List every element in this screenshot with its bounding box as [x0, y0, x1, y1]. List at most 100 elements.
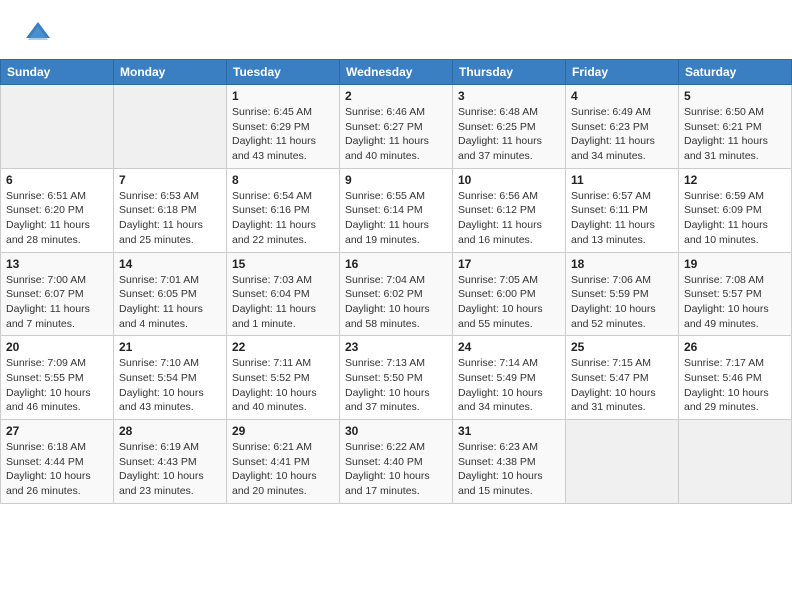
day-detail: Sunrise: 6:49 AMSunset: 6:23 PMDaylight:…: [571, 105, 673, 164]
day-detail: Sunrise: 6:56 AMSunset: 6:12 PMDaylight:…: [458, 189, 560, 248]
day-detail: Sunrise: 6:50 AMSunset: 6:21 PMDaylight:…: [684, 105, 786, 164]
calendar-table: SundayMondayTuesdayWednesdayThursdayFrid…: [0, 59, 792, 504]
day-number: 14: [119, 257, 221, 271]
calendar-week-row: 1Sunrise: 6:45 AMSunset: 6:29 PMDaylight…: [1, 85, 792, 169]
day-detail: Sunrise: 7:09 AMSunset: 5:55 PMDaylight:…: [6, 356, 108, 415]
day-number: 11: [571, 173, 673, 187]
day-of-week-header: Saturday: [679, 60, 792, 85]
calendar-day-cell: 3 Sunrise: 6:48 AMSunset: 6:25 PMDaylight…: [453, 85, 566, 169]
calendar-day-cell: 30 Sunrise: 6:22 AMSunset: 4:40 PMDayligh…: [340, 420, 453, 504]
day-detail: Sunrise: 7:06 AMSunset: 5:59 PMDaylight:…: [571, 273, 673, 332]
day-detail: Sunrise: 6:45 AMSunset: 6:29 PMDaylight:…: [232, 105, 334, 164]
calendar-day-cell: 31 Sunrise: 6:23 AMSunset: 4:38 PMDayligh…: [453, 420, 566, 504]
calendar-day-cell: 26 Sunrise: 7:17 AMSunset: 5:46 PMDayligh…: [679, 336, 792, 420]
day-number: 20: [6, 340, 108, 354]
calendar-day-cell: 17Sunrise: 7:05 AMSunset: 6:00 PMDayligh…: [453, 252, 566, 336]
calendar-day-cell: 7 Sunrise: 6:53 AMSunset: 6:18 PMDaylight…: [114, 168, 227, 252]
calendar-day-cell: 10 Sunrise: 6:56 AMSunset: 6:12 PMDayligh…: [453, 168, 566, 252]
calendar-day-cell: 25 Sunrise: 7:15 AMSunset: 5:47 PMDayligh…: [566, 336, 679, 420]
day-number: 22: [232, 340, 334, 354]
day-detail: Sunrise: 6:53 AMSunset: 6:18 PMDaylight:…: [119, 189, 221, 248]
day-number: 4: [571, 89, 673, 103]
day-number: 24: [458, 340, 560, 354]
calendar-day-cell: 21 Sunrise: 7:10 AMSunset: 5:54 PMDayligh…: [114, 336, 227, 420]
calendar-week-row: 20 Sunrise: 7:09 AMSunset: 5:55 PMDayligh…: [1, 336, 792, 420]
calendar-day-cell: 12 Sunrise: 6:59 AMSunset: 6:09 PMDayligh…: [679, 168, 792, 252]
day-of-week-header: Thursday: [453, 60, 566, 85]
day-number: 17: [458, 257, 560, 271]
calendar-day-cell: 18 Sunrise: 7:06 AMSunset: 5:59 PMDayligh…: [566, 252, 679, 336]
day-of-week-header: Monday: [114, 60, 227, 85]
day-detail: Sunrise: 6:54 AMSunset: 6:16 PMDaylight:…: [232, 189, 334, 248]
day-detail: Sunrise: 6:48 AMSunset: 6:25 PMDaylight:…: [458, 105, 560, 164]
day-number: 12: [684, 173, 786, 187]
day-number: 10: [458, 173, 560, 187]
day-detail: Sunrise: 7:00 AMSunset: 6:07 PMDaylight:…: [6, 273, 108, 332]
day-detail: Sunrise: 7:04 AMSunset: 6:02 PMDaylight:…: [345, 273, 447, 332]
day-number: 26: [684, 340, 786, 354]
day-number: 13: [6, 257, 108, 271]
day-detail: Sunrise: 7:15 AMSunset: 5:47 PMDaylight:…: [571, 356, 673, 415]
day-number: 16: [345, 257, 447, 271]
logo: [20, 18, 52, 51]
day-number: 15: [232, 257, 334, 271]
calendar-day-cell: [114, 85, 227, 169]
day-of-week-header: Wednesday: [340, 60, 453, 85]
day-detail: Sunrise: 6:57 AMSunset: 6:11 PMDaylight:…: [571, 189, 673, 248]
day-number: 8: [232, 173, 334, 187]
day-detail: Sunrise: 6:19 AMSunset: 4:43 PMDaylight:…: [119, 440, 221, 499]
day-detail: Sunrise: 6:46 AMSunset: 6:27 PMDaylight:…: [345, 105, 447, 164]
calendar-header-row: SundayMondayTuesdayWednesdayThursdayFrid…: [1, 60, 792, 85]
day-detail: Sunrise: 6:18 AMSunset: 4:44 PMDaylight:…: [6, 440, 108, 499]
day-number: 7: [119, 173, 221, 187]
calendar-day-cell: 6 Sunrise: 6:51 AMSunset: 6:20 PMDaylight…: [1, 168, 114, 252]
day-of-week-header: Friday: [566, 60, 679, 85]
day-number: 6: [6, 173, 108, 187]
calendar-day-cell: 27 Sunrise: 6:18 AMSunset: 4:44 PMDayligh…: [1, 420, 114, 504]
calendar-day-cell: 15 Sunrise: 7:03 AMSunset: 6:04 PMDayligh…: [227, 252, 340, 336]
day-number: 3: [458, 89, 560, 103]
calendar-day-cell: 2 Sunrise: 6:46 AMSunset: 6:27 PMDaylight…: [340, 85, 453, 169]
day-detail: Sunrise: 6:22 AMSunset: 4:40 PMDaylight:…: [345, 440, 447, 499]
day-detail: Sunrise: 7:17 AMSunset: 5:46 PMDaylight:…: [684, 356, 786, 415]
day-detail: Sunrise: 7:10 AMSunset: 5:54 PMDaylight:…: [119, 356, 221, 415]
calendar-week-row: 6 Sunrise: 6:51 AMSunset: 6:20 PMDaylight…: [1, 168, 792, 252]
calendar-day-cell: 23 Sunrise: 7:13 AMSunset: 5:50 PMDayligh…: [340, 336, 453, 420]
calendar-day-cell: 20 Sunrise: 7:09 AMSunset: 5:55 PMDayligh…: [1, 336, 114, 420]
day-number: 30: [345, 424, 447, 438]
day-number: 28: [119, 424, 221, 438]
calendar-day-cell: 16 Sunrise: 7:04 AMSunset: 6:02 PMDayligh…: [340, 252, 453, 336]
calendar-day-cell: 8 Sunrise: 6:54 AMSunset: 6:16 PMDaylight…: [227, 168, 340, 252]
day-number: 23: [345, 340, 447, 354]
day-detail: Sunrise: 6:51 AMSunset: 6:20 PMDaylight:…: [6, 189, 108, 248]
day-number: 29: [232, 424, 334, 438]
day-of-week-header: Sunday: [1, 60, 114, 85]
day-detail: Sunrise: 6:23 AMSunset: 4:38 PMDaylight:…: [458, 440, 560, 499]
day-detail: Sunrise: 6:21 AMSunset: 4:41 PMDaylight:…: [232, 440, 334, 499]
day-number: 2: [345, 89, 447, 103]
calendar-day-cell: 24Sunrise: 7:14 AMSunset: 5:49 PMDayligh…: [453, 336, 566, 420]
calendar-day-cell: 22 Sunrise: 7:11 AMSunset: 5:52 PMDayligh…: [227, 336, 340, 420]
day-number: 21: [119, 340, 221, 354]
day-detail: Sunrise: 7:08 AMSunset: 5:57 PMDaylight:…: [684, 273, 786, 332]
calendar-day-cell: 13 Sunrise: 7:00 AMSunset: 6:07 PMDayligh…: [1, 252, 114, 336]
day-number: 18: [571, 257, 673, 271]
day-detail: Sunrise: 6:59 AMSunset: 6:09 PMDaylight:…: [684, 189, 786, 248]
day-detail: Sunrise: 7:01 AMSunset: 6:05 PMDaylight:…: [119, 273, 221, 332]
calendar-day-cell: [566, 420, 679, 504]
day-number: 27: [6, 424, 108, 438]
day-detail: Sunrise: 7:11 AMSunset: 5:52 PMDaylight:…: [232, 356, 334, 415]
day-detail: Sunrise: 7:13 AMSunset: 5:50 PMDaylight:…: [345, 356, 447, 415]
day-number: 31: [458, 424, 560, 438]
calendar-day-cell: 5Sunrise: 6:50 AMSunset: 6:21 PMDaylight…: [679, 85, 792, 169]
day-of-week-header: Tuesday: [227, 60, 340, 85]
day-number: 25: [571, 340, 673, 354]
calendar-day-cell: 19Sunrise: 7:08 AMSunset: 5:57 PMDayligh…: [679, 252, 792, 336]
calendar-day-cell: [1, 85, 114, 169]
day-number: 9: [345, 173, 447, 187]
calendar-week-row: 27 Sunrise: 6:18 AMSunset: 4:44 PMDayligh…: [1, 420, 792, 504]
calendar-day-cell: 29 Sunrise: 6:21 AMSunset: 4:41 PMDayligh…: [227, 420, 340, 504]
calendar-day-cell: 11 Sunrise: 6:57 AMSunset: 6:11 PMDayligh…: [566, 168, 679, 252]
day-detail: Sunrise: 7:03 AMSunset: 6:04 PMDaylight:…: [232, 273, 334, 332]
calendar-day-cell: 28 Sunrise: 6:19 AMSunset: 4:43 PMDayligh…: [114, 420, 227, 504]
